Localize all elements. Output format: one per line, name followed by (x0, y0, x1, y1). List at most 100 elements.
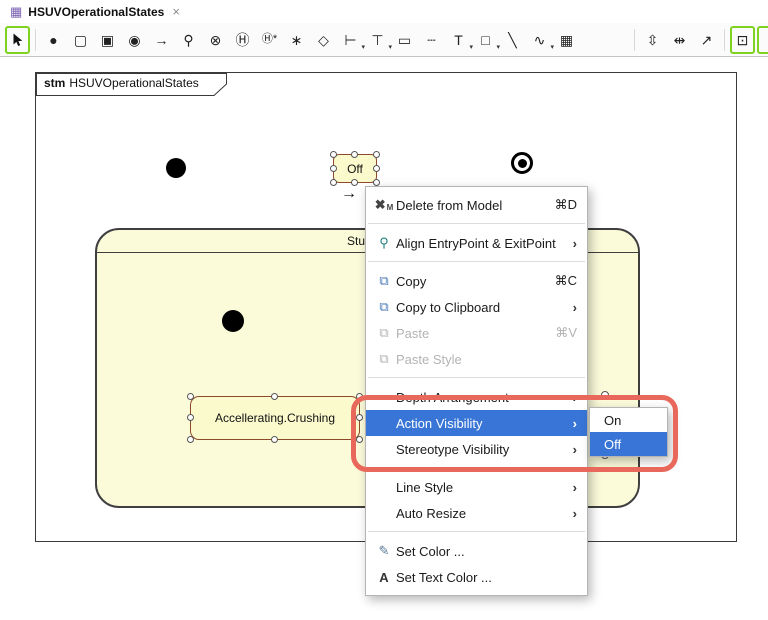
state-accellerating-crushing[interactable]: Accellerating.Crushing (187, 393, 363, 443)
fork-icon: ⊢ (344, 31, 357, 48)
menu-item-line-style[interactable]: Line Style › (366, 474, 587, 500)
menu-item-depth-arrangement[interactable]: Depth Arrangement › (366, 384, 587, 410)
menu-separator (368, 531, 585, 532)
menu-item-action-visibility[interactable]: Action Visibility › (366, 410, 587, 436)
menu-item-align-entrypoint-exitpoint[interactable]: ⚲ Align EntryPoint & ExitPoint › (366, 230, 587, 256)
junction-icon: ∗ (290, 31, 303, 48)
action-visibility-submenu: On Off (589, 407, 668, 457)
menu-item-auto-resize[interactable]: Auto Resize › (366, 500, 587, 526)
state-off[interactable]: Off (330, 151, 380, 186)
menu-separator (368, 223, 585, 224)
copy-icon: ⧉ (379, 273, 389, 288)
submenu-item-label: Off (604, 436, 622, 452)
transition-tool[interactable]: → (149, 26, 174, 54)
join-tool[interactable]: ⊤ ▾ (365, 26, 392, 54)
center-horizontal-tool[interactable]: ⇹ (667, 26, 692, 54)
selection-handle[interactable] (351, 151, 358, 158)
pin-tool[interactable]: ↗ (694, 26, 719, 54)
selection-handle[interactable] (330, 151, 337, 158)
text-tool[interactable]: T ▾ (446, 26, 473, 54)
menu-item-set-color[interactable]: ✎ Set Color ... (366, 538, 587, 564)
selection-handle[interactable] (330, 179, 337, 186)
selection-handle[interactable] (330, 164, 337, 172)
junction-tool[interactable]: ∗ (284, 26, 309, 54)
entry-point-icon: ⚲ (379, 235, 389, 250)
menu-shortcut: ⌘V (555, 325, 577, 340)
transition-manipulator-icon[interactable]: → (341, 186, 357, 202)
submenu-arrow-icon: › (572, 299, 577, 315)
selection-handle[interactable] (271, 393, 278, 400)
menu-item-copy[interactable]: ⧉ Copy ⌘C (366, 268, 587, 294)
menu-item-label: Delete from Model (396, 197, 503, 213)
selection-handle[interactable] (373, 151, 380, 158)
selection-handle[interactable] (356, 414, 363, 421)
tab-hsuv-operational-states[interactable]: ▦ HSUVOperationalStates × (0, 0, 190, 23)
submenu-item-off[interactable]: Off (590, 432, 667, 456)
final-state[interactable] (511, 152, 533, 174)
image-shape-tool[interactable]: ⊡ (730, 25, 755, 54)
menu-item-label: Set Color ... (396, 543, 465, 559)
note-icon: ▭ (397, 31, 412, 48)
selection-handle[interactable] (373, 179, 380, 186)
transition-icon: → (154, 31, 169, 48)
initial-state-tool[interactable]: ● (41, 26, 66, 54)
selection-handle[interactable] (187, 393, 194, 400)
shallow-history-tool[interactable]: Ⓗ (230, 26, 255, 54)
set-color-icon: ✎ (378, 543, 390, 558)
initial-pseudostate[interactable] (166, 158, 186, 178)
menu-item-set-text-color[interactable]: A Set Text Color ... (366, 564, 587, 590)
pointer-tool[interactable] (5, 25, 30, 54)
frame-keyword: stm (44, 76, 66, 90)
selection-handle[interactable] (187, 414, 194, 421)
selection-handle[interactable] (187, 436, 194, 443)
line-tool[interactable]: ╲ (500, 26, 525, 54)
image-icon: ▦ (559, 31, 574, 48)
context-menu: ✖ M Delete from Model ⌘D ⚲ Align EntryPoi… (365, 186, 588, 596)
tab-close-icon[interactable]: × (172, 4, 180, 19)
deep-history-tool[interactable]: Ⓗ* (257, 26, 282, 54)
pin-icon: ↗ (700, 31, 713, 48)
submachine-state-tool[interactable]: ▣ (95, 26, 120, 54)
menu-item-stereotype-visibility[interactable]: Stereotype Visibility › (366, 436, 587, 462)
tab-label: HSUVOperationalStates (28, 4, 165, 19)
entry-point-icon: ⚲ (183, 31, 194, 48)
frame-label: stm HSUVOperationalStates (44, 76, 199, 90)
join-icon: ⊤ (371, 31, 384, 48)
submenu-item-on[interactable]: On (590, 408, 667, 432)
selection-handle[interactable] (356, 436, 363, 443)
state-label: Accellerating.Crushing (214, 411, 336, 425)
choice-tool[interactable]: ◇ (311, 26, 336, 54)
entry-point-tool[interactable]: ⚲ (176, 26, 201, 54)
line-icon: ╲ (508, 31, 517, 48)
menu-item-delete-from-model[interactable]: ✖ M Delete from Model ⌘D (366, 192, 587, 218)
menu-item-copy-to-clipboard[interactable]: ⧉ Copy to Clipboard › (366, 294, 587, 320)
distribute-vertical-tool[interactable]: ⇳ (640, 26, 665, 54)
center-horizontal-icon: ⇹ (673, 31, 686, 48)
final-state-tool[interactable]: ◉ (122, 26, 147, 54)
choice-icon: ◇ (318, 31, 329, 48)
state-tool[interactable]: ▢ (68, 26, 93, 54)
inner-initial-pseudostate[interactable] (222, 310, 244, 332)
exit-point-tool[interactable]: ⊗ (203, 26, 228, 54)
set-text-color-icon: A (379, 569, 389, 585)
curve-tool[interactable]: ∿ ▾ (527, 26, 554, 54)
distribute-vertical-icon: ⇳ (646, 31, 659, 48)
clipped-tool[interactable] (757, 25, 768, 54)
pointer-icon (13, 33, 23, 46)
anchor-tool[interactable]: ┄ (419, 26, 444, 54)
image-shape-icon: ⊡ (736, 31, 749, 48)
selection-handle[interactable] (601, 391, 609, 399)
toolbar-separator (634, 28, 635, 51)
selection-handle[interactable] (271, 436, 278, 443)
fork-tool[interactable]: ⊢ ▾ (338, 26, 365, 54)
rectangle-tool[interactable]: □ ▾ (473, 26, 500, 54)
selection-handle[interactable] (373, 164, 380, 172)
copy-icon: ⧉ (379, 299, 389, 314)
image-tool[interactable]: ▦ (554, 26, 579, 54)
submenu-arrow-icon: › (572, 441, 577, 457)
paste-icon: ⧉ (379, 325, 389, 340)
submachine-state-icon: ▣ (100, 31, 115, 48)
selection-handle[interactable] (356, 393, 363, 400)
note-tool[interactable]: ▭ (392, 26, 417, 54)
delete-from-model-icon: ✖ M (374, 197, 394, 212)
